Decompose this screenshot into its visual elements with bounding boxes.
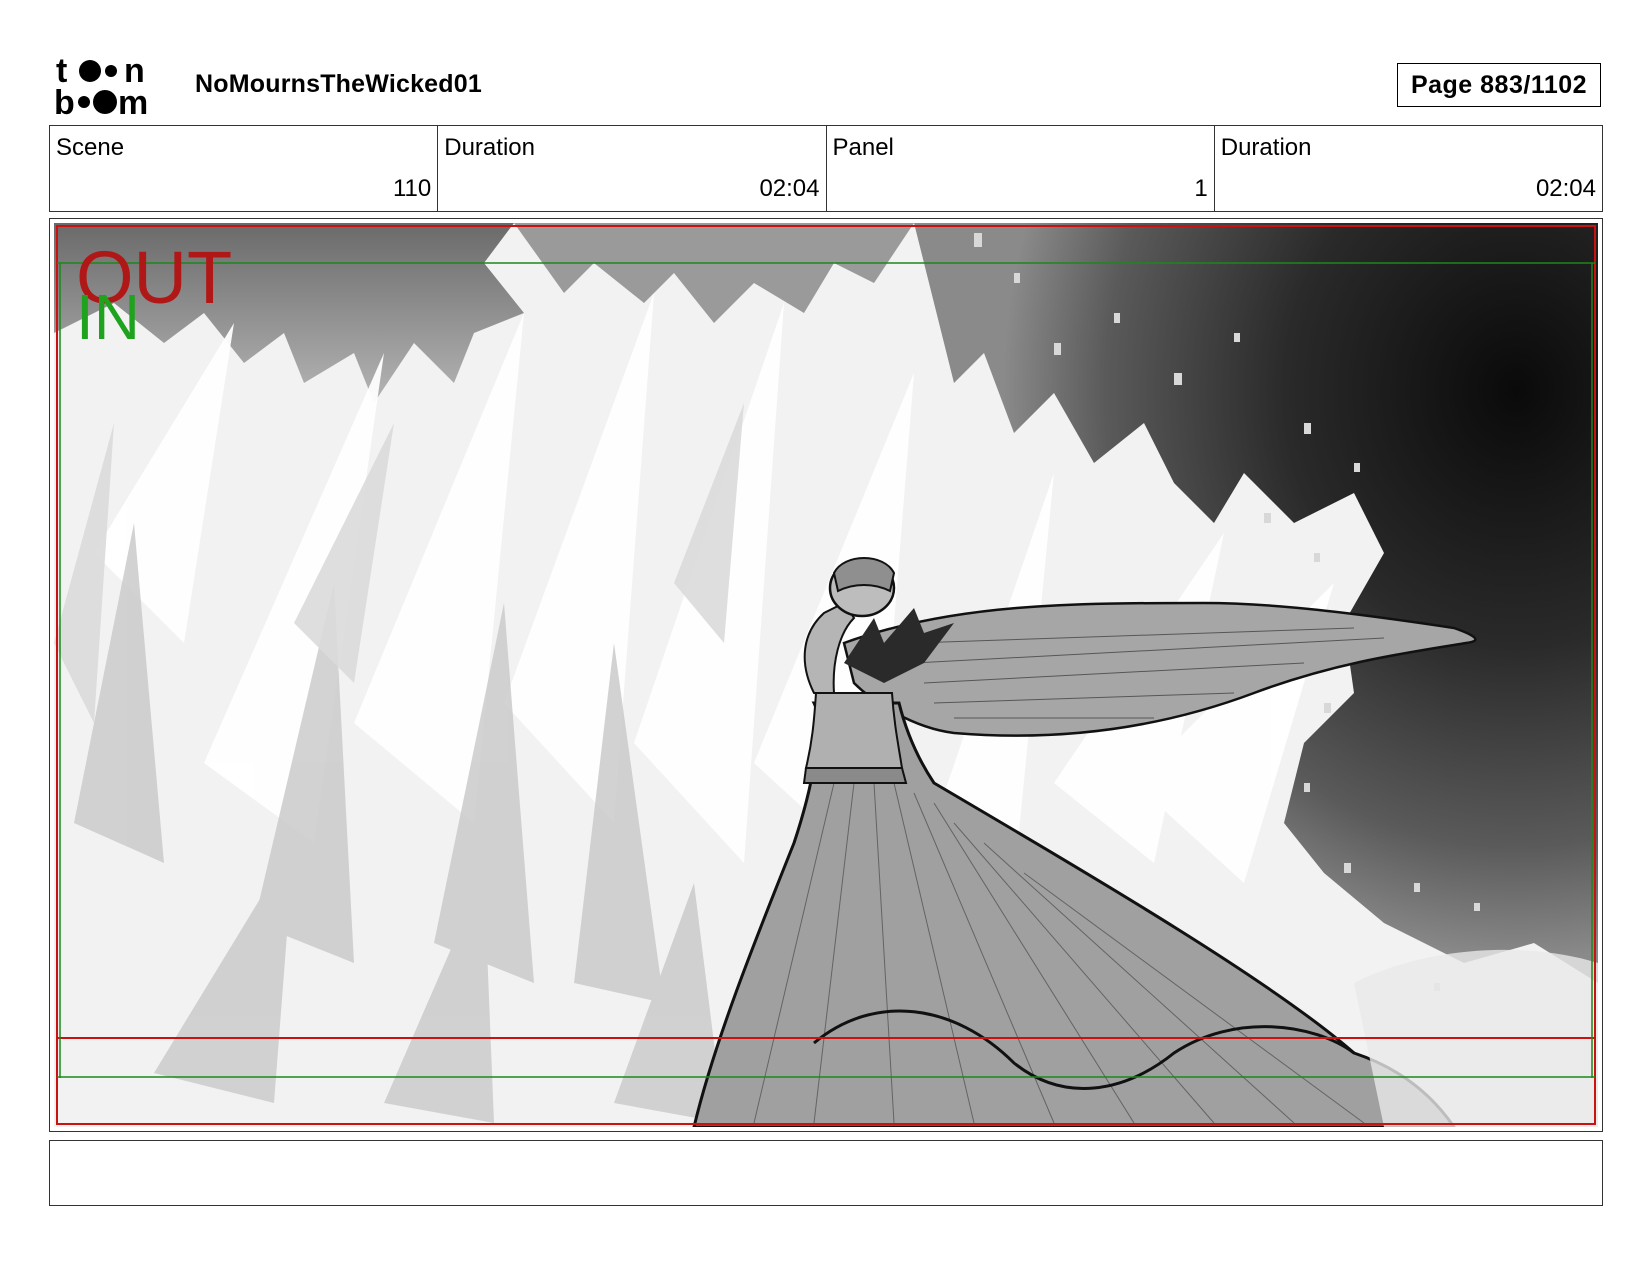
storyboard-panel: OUT IN (49, 218, 1603, 1132)
panel-label: Panel (832, 134, 894, 161)
scene-duration-label: Duration (444, 134, 535, 161)
page-number: 883/1102 (1480, 70, 1588, 99)
panel-duration-cell: Duration 02:04 (1215, 126, 1602, 211)
panel-value: 1 (1194, 175, 1208, 202)
scene-duration-cell: Duration 02:04 (438, 126, 827, 211)
panel-duration-label: Duration (1220, 134, 1312, 161)
scene-label: Scene (56, 134, 125, 161)
toon-boom-logo: t n b m (54, 52, 148, 118)
in-marker: IN (76, 281, 140, 353)
page-indicator: Page 883/1102 (1397, 63, 1601, 107)
project-title: NoMournsTheWicked01 (195, 70, 482, 98)
scene-info-table: Scene 110 Duration 02:04 Panel 1 Duratio… (49, 125, 1603, 212)
svg-text:b: b (54, 84, 75, 118)
scene-duration-value: 02:04 (759, 175, 820, 202)
svg-text:m: m (118, 84, 148, 118)
caption-box (49, 1140, 1603, 1206)
panel-duration-value: 02:04 (1535, 175, 1596, 202)
panel-cell: Panel 1 (827, 126, 1215, 211)
scene-cell: Scene 110 (50, 126, 439, 211)
page-label: Page (1410, 70, 1473, 99)
panel-drawing (54, 223, 1598, 1127)
scene-value: 110 (392, 175, 432, 202)
